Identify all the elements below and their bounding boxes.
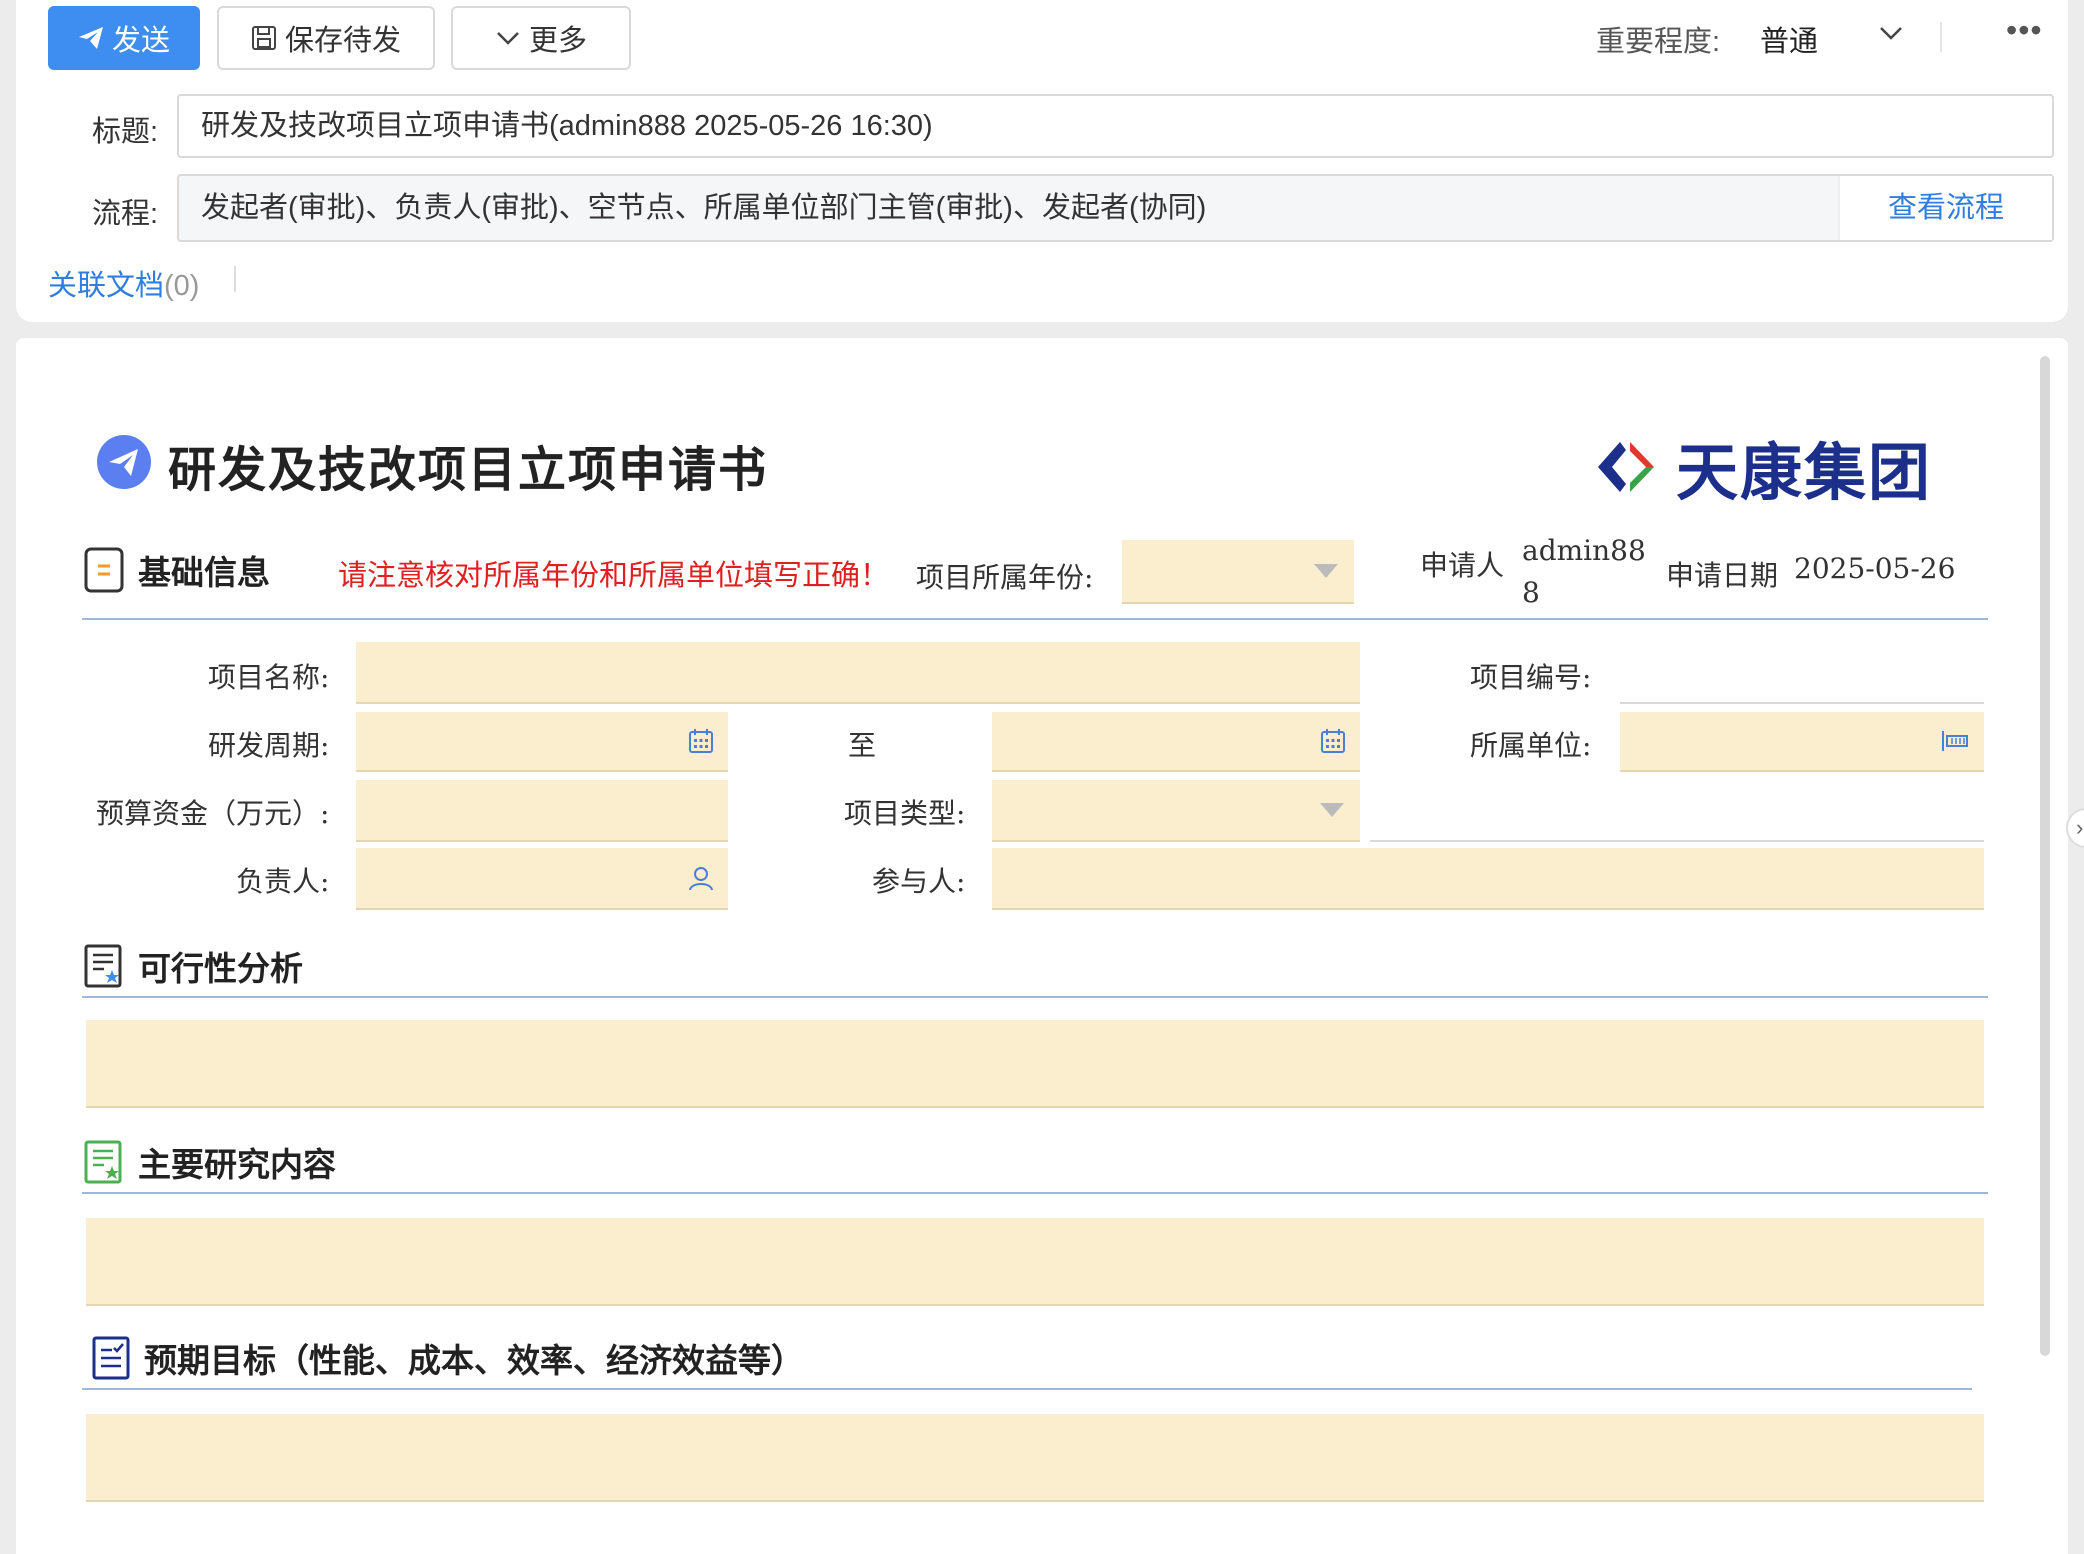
send-circle-icon [97,435,151,489]
chevron-down-icon [497,32,519,45]
divider [234,266,236,292]
section-header-goals: 预期目标（性能、成本、效率、经济效益等） [92,1334,804,1382]
owner-label: 负责人: [236,865,330,898]
save-icon [251,26,276,50]
calendar-icon[interactable] [688,728,714,754]
divider [1940,22,1942,52]
period-label: 研发周期: [208,729,330,762]
send-button[interactable]: 发送 [48,6,200,70]
research-textarea[interactable] [86,1218,1984,1306]
section-title-research: 主要研究内容 [138,1145,336,1184]
goals-textarea[interactable] [86,1414,1984,1502]
more-button-label: 更多 [528,25,587,57]
checklist-icon [84,1140,122,1184]
applicant-label: 申请人 [1420,549,1505,582]
owner-input[interactable] [356,848,728,910]
empty-cell [1370,780,1984,842]
section-header-basic: 基础信息 [84,546,270,594]
overflow-menu-icon[interactable]: ••• [2006,12,2043,49]
company-logo-text: 天康集团 [1676,436,1933,509]
more-button[interactable]: 更多 [451,6,631,70]
task-list-icon [92,1336,130,1380]
section-title-feasibility: 可行性分析 [138,949,303,988]
applicant-value: admin88 [1522,534,1646,567]
section-divider [82,1192,1988,1194]
flow-label: 流程: [92,198,159,230]
company-logo: 天康集团 [1590,422,1932,512]
scrollbar[interactable] [2040,356,2050,1356]
related-docs-link[interactable]: 关联文档(0) [48,262,199,304]
dropdown-arrow-icon [1320,803,1344,817]
importance-label: 重要程度: [1596,26,1721,58]
related-docs-label: 关联文档 [48,270,165,302]
org-select-icon[interactable] [1940,729,1970,753]
flow-value: 发起者(审批)、负责人(审批)、空节点、所属单位部门主管(审批)、发起者(协同) [201,192,1207,224]
section-title-basic: 基础信息 [138,553,270,592]
participants-label: 参与人: [872,865,966,898]
save-draft-button[interactable]: 保存待发 [217,6,435,70]
project-no-label: 项目编号: [1470,661,1592,694]
section-divider [82,618,1988,620]
form-card: 研发及技改项目立项申请书 天康集团 基础信息 请注意核对所属年份和所属单位填写正… [16,338,2068,1554]
chevron-down-icon[interactable] [1878,24,1904,42]
company-logo-icon [1598,442,1654,492]
related-docs-count: (0) [164,270,200,302]
period-end-input[interactable] [992,712,1360,772]
feasibility-textarea[interactable] [86,1020,1984,1108]
paper-plane-icon [78,27,103,49]
title-label: 标题: [92,116,159,148]
title-input[interactable]: 研发及技改项目立项申请书(admin888 2025-05-26 16:30) [177,94,2054,158]
dropdown-arrow-icon [1314,564,1338,578]
user-icon[interactable] [688,865,714,891]
date-value: 2025-05-26 [1794,552,1956,585]
participants-input[interactable] [992,848,1984,910]
project-name-label: 项目名称: [208,661,330,694]
year-label: 项目所属年份: [916,561,1094,594]
project-type-select[interactable] [992,780,1360,842]
header-card: 发送 保存待发 更多 重要程度: 普通 ••• 标题: 研发及技改项目立项申请书… [16,0,2068,322]
side-panel-toggle-icon[interactable]: › [2066,808,2084,848]
unit-label: 所属单位: [1470,729,1592,762]
period-to-label: 至 [848,729,877,762]
view-flow-link[interactable]: 查看流程 [1838,176,2052,240]
importance-select[interactable]: 普通 [1760,18,1818,60]
warning-text: 请注意核对所属年份和所属单位填写正确！ [338,558,890,592]
section-header-research: 主要研究内容 [84,1138,336,1186]
year-select[interactable] [1122,540,1354,604]
project-type-label: 项目类型: [844,797,966,830]
project-no-input[interactable] [1620,642,1984,704]
document-icon [84,547,124,593]
date-label: 申请日期 [1666,559,1779,592]
form-title: 研发及技改项目立项申请书 [168,442,769,498]
section-title-goals: 预期目标（性能、成本、效率、经济效益等） [144,1341,804,1380]
section-header-feasibility: 可行性分析 [84,942,303,990]
unit-input[interactable] [1620,712,1984,772]
report-icon [84,944,122,988]
period-start-input[interactable] [356,712,728,772]
budget-input[interactable] [356,780,728,842]
applicant-value-wrap: 8 [1522,576,1540,609]
flow-field: 发起者(审批)、负责人(审批)、空节点、所属单位部门主管(审批)、发起者(协同)… [177,174,2054,242]
project-name-input[interactable] [356,642,1360,704]
section-divider [82,1388,1972,1390]
budget-label: 预算资金（万元）: [96,797,330,830]
section-divider [82,996,1988,998]
save-draft-label: 保存待发 [284,25,401,57]
calendar-icon[interactable] [1320,728,1346,754]
send-button-label: 发送 [111,25,170,57]
